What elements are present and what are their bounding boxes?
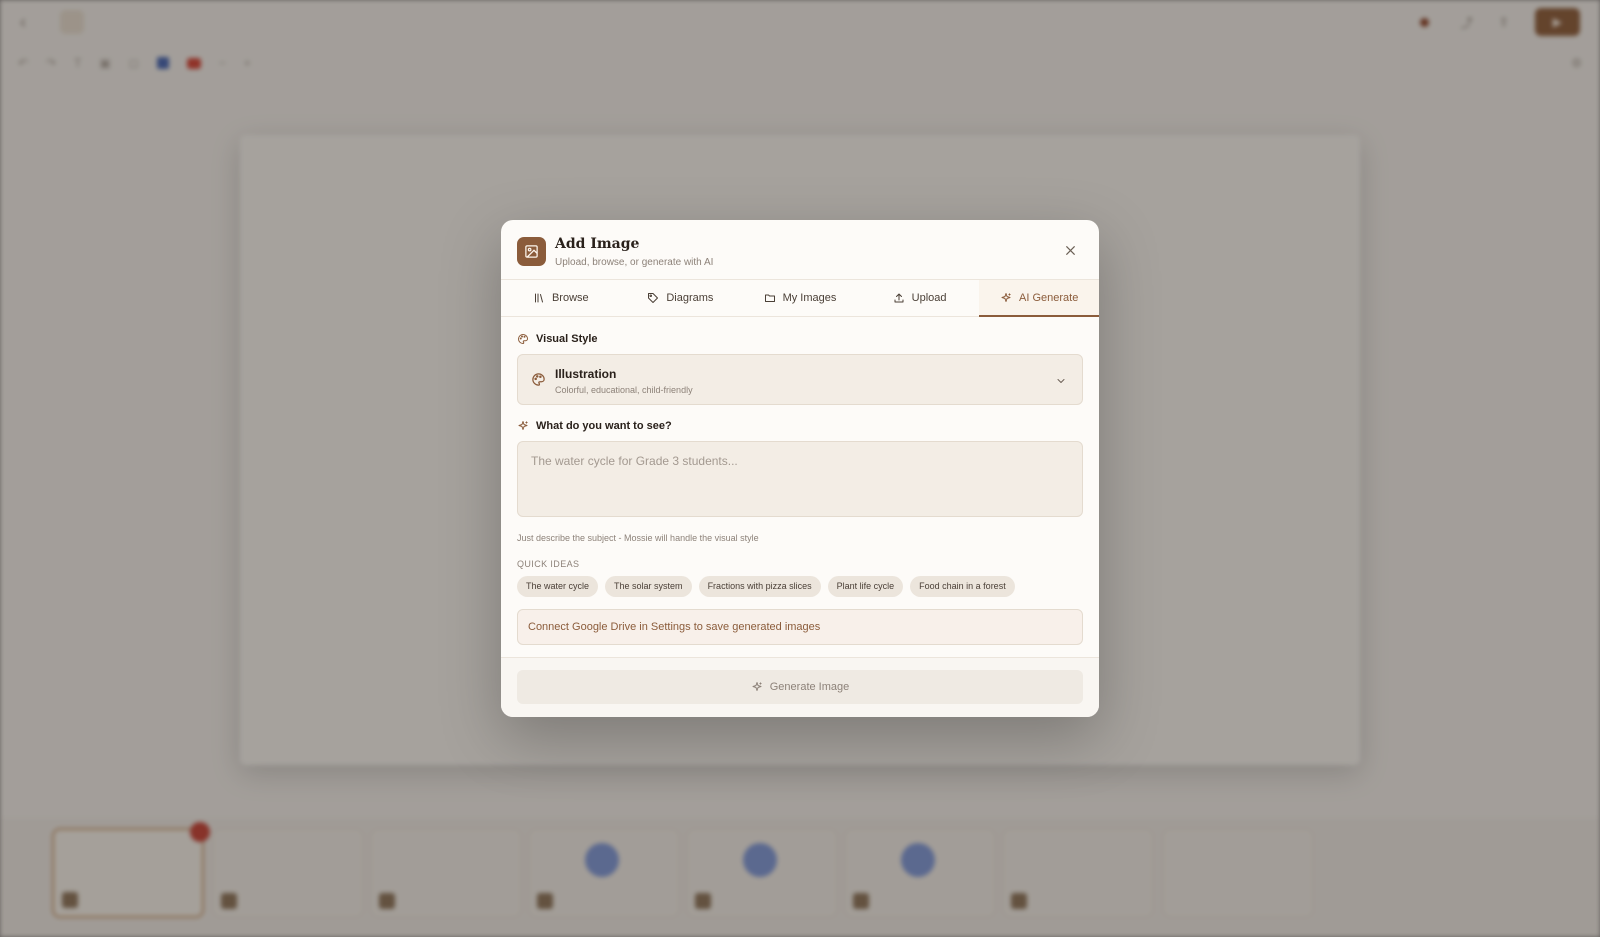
quick-idea-chip[interactable]: Fractions with pizza slices [698,576,821,597]
quick-idea-chip[interactable]: The solar system [605,576,692,597]
tab-diagrams-label: Diagrams [666,292,714,304]
palette-icon [532,373,545,386]
prompt-label: What do you want to see? [517,420,1083,432]
library-icon [534,293,543,303]
quick-idea-chip[interactable]: The water cycle [517,576,599,597]
image-icon [517,237,546,266]
chevron-down-icon [1057,379,1065,383]
quick-idea-chip[interactable]: Food chain in a forest [910,576,1015,597]
folder-icon [764,294,775,302]
tab-upload-label: Upload [911,292,947,304]
ai-generate-panel: Visual Style Illustration Colorful, educ… [501,333,1099,645]
generate-image-button[interactable]: Generate Image [517,670,1083,704]
tab-my-images[interactable]: My Images [740,280,860,316]
quick-idea-chip[interactable]: Plant life cycle [827,576,904,597]
selected-style-description: Colorful, educational, child-friendly [555,385,693,395]
close-button[interactable] [1061,241,1079,259]
tab-browse-label: Browse [551,292,589,304]
tab-ai-generate-label: AI Generate [1019,292,1079,304]
modal-header: Add Image Upload, browse, or generate wi… [501,220,1099,280]
generate-image-label: Generate Image [769,681,850,693]
modal-footer: Generate Image [501,657,1099,717]
quick-ideas-label: QUICK IDEAS [517,559,580,569]
tab-my-images-label: My Images [782,292,837,304]
tab-bar: Browse Diagrams My Images Upload AI Gene… [501,280,1099,317]
prompt-label-text: What do you want to see? [536,420,672,432]
tab-browse[interactable]: Browse [501,280,621,316]
sparkle-icon [1001,293,1011,302]
visual-style-label-text: Visual Style [536,333,598,345]
upload-icon [894,293,904,303]
visual-style-label: Visual Style [517,333,1083,345]
prompt-input[interactable] [517,441,1083,517]
quick-ideas-list: The water cycle The solar system Fractio… [517,576,1083,597]
tab-diagrams[interactable]: Diagrams [621,280,741,316]
modal-subtitle: Upload, browse, or generate with AI [555,257,714,268]
visual-style-dropdown[interactable]: Illustration Colorful, educational, chil… [517,354,1083,405]
close-icon [1065,245,1075,255]
tag-icon [648,293,659,303]
tab-ai-generate[interactable]: AI Generate [979,280,1099,317]
palette-icon [518,333,529,345]
selected-style-name: Illustration [555,367,617,381]
google-drive-notice: Connect Google Drive in Settings to save… [517,609,1083,645]
sparkle-icon [518,421,528,430]
modal-title: Add Image [555,236,640,252]
tab-upload[interactable]: Upload [860,280,980,316]
add-image-modal: Add Image Upload, browse, or generate wi… [501,220,1099,717]
prompt-helper-text: Just describe the subject - Mossie will … [517,533,759,543]
sparkle-icon [752,682,762,691]
